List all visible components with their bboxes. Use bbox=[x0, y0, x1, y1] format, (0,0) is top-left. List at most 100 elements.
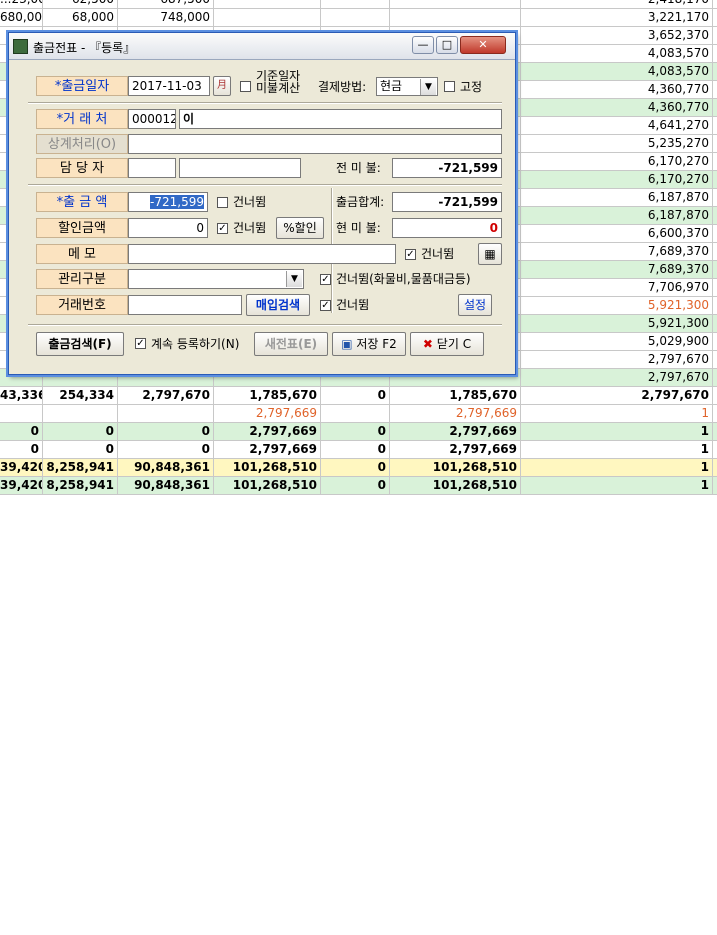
mgmt-skip-label: 건너뜀(화물비,물품대금등) bbox=[336, 272, 471, 286]
settings-button[interactable]: 설정 bbox=[458, 294, 492, 316]
table-cell: 5,921,300 bbox=[521, 315, 713, 332]
cur-unpaid-value: 0 bbox=[392, 218, 502, 238]
mgmt-label: 관리구분 bbox=[36, 269, 128, 289]
manager-name-input[interactable] bbox=[179, 158, 301, 178]
table-cell: 3,652,370 bbox=[521, 27, 713, 44]
discount-input[interactable]: 0 bbox=[128, 218, 208, 238]
base-date-checkbox[interactable] bbox=[240, 81, 251, 92]
maximize-button[interactable]: □ bbox=[436, 36, 458, 54]
memo-skip-label: 건너뜀 bbox=[421, 247, 455, 261]
amount-skip-checkbox[interactable] bbox=[217, 197, 228, 208]
base-date-line2: 미불계산 bbox=[256, 81, 301, 95]
date-label: *출금일자 bbox=[36, 76, 128, 96]
table-cell: 2,797,669 bbox=[390, 423, 521, 440]
payment-search-button[interactable]: 출금검색(F) bbox=[36, 332, 124, 356]
table-cell: 1 bbox=[521, 423, 713, 440]
close-window-button[interactable]: ✕ bbox=[460, 36, 506, 54]
table-cell: 2,797,669 bbox=[214, 441, 321, 458]
new-slip-button[interactable]: 새전표(E) bbox=[254, 332, 328, 356]
table-row: 680,00068,000748,000 3,221,170 bbox=[0, 9, 717, 27]
table-cell: 6,187,870 bbox=[521, 189, 713, 206]
table-cell: 1 bbox=[521, 405, 713, 422]
table-row: 0 0 0 2,797,669 0 2,797,669 1 bbox=[0, 423, 717, 441]
vendor-label: *거 래 처 bbox=[36, 109, 128, 129]
table-cell: 43,336 bbox=[0, 387, 43, 404]
memo-input[interactable] bbox=[128, 244, 396, 264]
vendor-name-input[interactable]: 이 bbox=[179, 109, 502, 129]
table-cell: 687,500 bbox=[118, 0, 214, 8]
pay-method-label: 결제방법: bbox=[318, 80, 367, 94]
table-cell: 101,268,510 bbox=[214, 459, 321, 476]
memo-label: 메 모 bbox=[36, 244, 128, 264]
table-cell: 5,921,300 bbox=[521, 297, 713, 314]
manager-label: 담 당 자 bbox=[36, 158, 128, 178]
discount-percent-button[interactable]: %할인 bbox=[276, 217, 324, 239]
table-cell: 0 bbox=[321, 387, 390, 404]
title-bar[interactable]: 출금전표 - 『등록』 — □ ✕ bbox=[9, 33, 515, 60]
table-cell: 2,797,669 bbox=[214, 423, 321, 440]
table-cell: 8,258,941 bbox=[43, 477, 118, 494]
table-row: ...23,00062,500687,500 2,418,170 bbox=[0, 0, 717, 9]
table-row: 43,336 254,334 2,797,670 1,785,670 0 1,785,67… bbox=[0, 387, 717, 405]
txn-no-input[interactable] bbox=[128, 295, 242, 315]
table-cell: 7,706,970 bbox=[521, 279, 713, 296]
offset-input[interactable] bbox=[128, 134, 502, 154]
table-cell: 6,170,270 bbox=[521, 171, 713, 188]
table-cell: 5,029,900 bbox=[521, 333, 713, 350]
txn-skip-checkbox[interactable]: ✓ bbox=[320, 300, 331, 311]
manager-code-input[interactable] bbox=[128, 158, 176, 178]
table-cell: 1,785,670 bbox=[390, 387, 521, 404]
total-value: -721,599 bbox=[392, 192, 502, 212]
table-cell: 101,268,510 bbox=[390, 459, 521, 476]
vendor-code-input[interactable]: 000012 bbox=[128, 109, 176, 129]
txn-no-label: 거래번호 bbox=[36, 295, 128, 315]
table-cell: 2,797,669 bbox=[214, 405, 321, 422]
minimize-button[interactable]: — bbox=[412, 36, 434, 54]
table-cell: 90,848,361 bbox=[118, 459, 214, 476]
payment-dialog: 출금전표 - 『등록』 — □ ✕ *출금일자 2017-11-03 月 기준일… bbox=[8, 32, 516, 375]
offset-button[interactable]: 상계처리(O) bbox=[36, 134, 128, 154]
mgmt-skip-checkbox[interactable]: ✓ bbox=[320, 274, 331, 285]
discount-skip-checkbox[interactable]: ✓ bbox=[217, 223, 228, 234]
table-cell: 2,797,669 bbox=[390, 405, 521, 422]
continue-register-checkbox[interactable]: ✓ bbox=[135, 338, 146, 349]
table-cell: 0 bbox=[321, 477, 390, 494]
table-cell: 39,420 bbox=[0, 477, 43, 494]
table-cell: 7,689,370 bbox=[521, 243, 713, 260]
table-cell: 39,420 bbox=[0, 459, 43, 476]
amount-skip-label: 건너뜀 bbox=[233, 195, 267, 209]
table-cell: 1 bbox=[521, 477, 713, 494]
table-cell: 0 bbox=[118, 441, 214, 458]
amount-input[interactable]: -721,599 bbox=[128, 192, 208, 212]
table-cell: 1,785,670 bbox=[214, 387, 321, 404]
close-button[interactable]: ✖ 닫기 C bbox=[410, 332, 484, 356]
chevron-down-icon: ▼ bbox=[286, 271, 302, 287]
continue-register-label: 계속 등록하기(N) bbox=[151, 337, 240, 351]
memo-skip-checkbox[interactable]: ✓ bbox=[405, 249, 416, 260]
table-cell: 0 bbox=[0, 423, 43, 440]
table-cell: 68,000 bbox=[43, 9, 118, 26]
table-cell: 2,418,170 bbox=[521, 0, 713, 8]
discount-skip-label: 건너뜀 bbox=[233, 221, 267, 235]
table-cell: 90,848,361 bbox=[118, 477, 214, 494]
calculator-icon[interactable]: ▦ bbox=[478, 243, 502, 265]
table-cell: 2,797,669 bbox=[390, 441, 521, 458]
app-icon bbox=[13, 39, 28, 54]
divider bbox=[28, 102, 502, 104]
fixed-checkbox[interactable] bbox=[444, 81, 455, 92]
prev-unpaid-value: -721,599 bbox=[392, 158, 502, 178]
calendar-icon[interactable]: 月 bbox=[213, 76, 231, 96]
date-input[interactable]: 2017-11-03 bbox=[128, 76, 210, 96]
pay-method-select[interactable]: 현금 ▼ bbox=[376, 77, 438, 96]
table-cell: 4,083,570 bbox=[521, 45, 713, 62]
table-cell: 4,083,570 bbox=[521, 63, 713, 80]
table-cell: 2,797,670 bbox=[521, 351, 713, 368]
table-cell bbox=[0, 405, 43, 422]
purchase-search-button[interactable]: 매입검색 bbox=[246, 294, 310, 316]
table-cell: 254,334 bbox=[43, 387, 118, 404]
table-cell: 6,187,870 bbox=[521, 207, 713, 224]
save-button[interactable]: ▣ 저장 F2 bbox=[332, 332, 406, 356]
table-cell bbox=[390, 9, 521, 26]
table-cell: 0 bbox=[321, 441, 390, 458]
mgmt-select[interactable]: ▼ bbox=[128, 269, 304, 289]
